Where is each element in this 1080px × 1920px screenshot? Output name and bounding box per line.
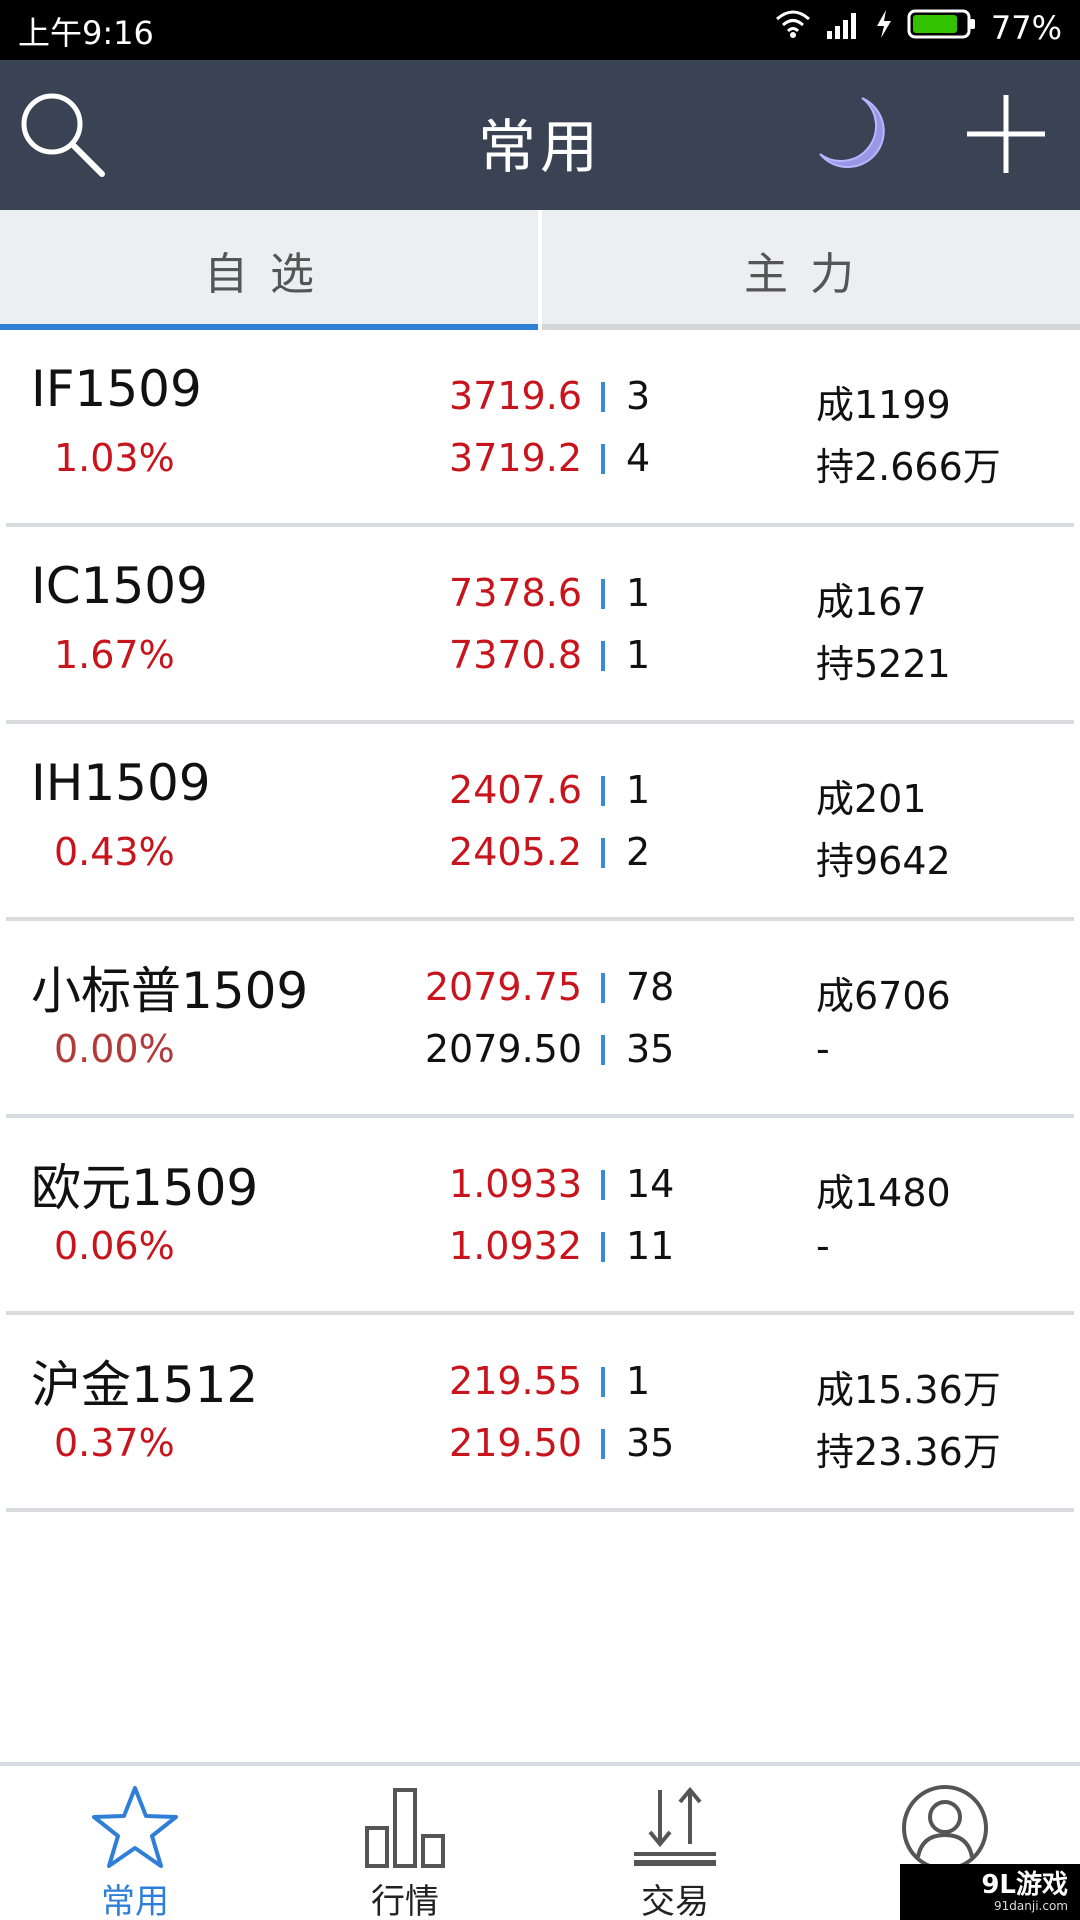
- contract-name: 沪金1512: [31, 1356, 259, 1414]
- bid-price: 219.55: [449, 1359, 582, 1403]
- night-mode-button[interactable]: [804, 88, 900, 184]
- status-icons: 77%: [775, 8, 1062, 48]
- nav-label: 常用: [101, 1882, 169, 1920]
- column-separator: [601, 1429, 605, 1459]
- nav-trade[interactable]: 交易: [540, 1766, 810, 1920]
- ask-quantity: 1: [626, 633, 651, 677]
- contract-name: IC1509: [31, 557, 208, 615]
- column-separator: [601, 1170, 605, 1200]
- watermark-logo: 9L游戏 91danji.com: [900, 1864, 1080, 1920]
- volume: 成167: [816, 580, 927, 624]
- page-title: 常用: [477, 113, 602, 181]
- contract-name: IH1509: [31, 754, 211, 812]
- status-bar: 上午9:16 77%: [0, 0, 1080, 60]
- ask-price: 1.0932: [449, 1224, 582, 1268]
- open-interest: 持5221: [816, 642, 951, 686]
- app-header: 常用: [0, 60, 1080, 210]
- charging-icon: [875, 9, 893, 47]
- column-separator: [601, 382, 605, 412]
- contract-name: 小标普1509: [31, 962, 309, 1020]
- column-separator: [601, 838, 605, 868]
- open-interest: -: [816, 1027, 830, 1071]
- volume: 成1199: [816, 383, 951, 427]
- user-icon: [900, 1784, 990, 1872]
- bid-price: 2407.6: [449, 768, 582, 812]
- ask-quantity: 4: [626, 436, 651, 480]
- add-button[interactable]: [958, 88, 1054, 184]
- nav-label: 交易: [641, 1882, 709, 1920]
- ask-quantity: 2: [626, 830, 651, 874]
- open-interest: 持2.666万: [816, 445, 1001, 489]
- ask-price: 3719.2: [449, 436, 582, 480]
- volume: 成6706: [816, 974, 951, 1018]
- signal-icon: [825, 9, 861, 47]
- battery-icon: [907, 8, 977, 48]
- bid-quantity: 14: [626, 1162, 675, 1206]
- column-separator: [601, 973, 605, 1003]
- change-percent: 0.37%: [54, 1421, 175, 1465]
- bid-price: 7378.6: [449, 571, 582, 615]
- change-percent: 0.00%: [54, 1027, 175, 1071]
- nav-favorites[interactable]: 常用: [0, 1766, 270, 1920]
- column-separator: [601, 1232, 605, 1262]
- star-icon: [90, 1784, 180, 1870]
- nav-label: 行情: [371, 1882, 439, 1920]
- ask-quantity: 35: [626, 1421, 675, 1465]
- tab-divider: [538, 210, 542, 330]
- volume: 成15.36万: [816, 1368, 1001, 1412]
- quote-row[interactable]: 沪金1512 0.37% 219.55 219.50 1 35 成15.36万 …: [6, 1315, 1074, 1512]
- bid-quantity: 3: [626, 374, 651, 418]
- column-separator: [601, 776, 605, 806]
- moon-icon: [810, 92, 894, 180]
- change-percent: 0.06%: [54, 1224, 175, 1268]
- ask-price: 2405.2: [449, 830, 582, 874]
- contract-name: 欧元1509: [31, 1159, 259, 1217]
- bid-quantity: 78: [626, 965, 675, 1009]
- volume: 成1480: [816, 1171, 951, 1215]
- ask-price: 7370.8: [449, 633, 582, 677]
- bid-price: 3719.6: [449, 374, 582, 418]
- ask-price: 219.50: [449, 1421, 582, 1465]
- column-separator: [601, 641, 605, 671]
- quote-row[interactable]: 小标普1509 0.00% 2079.75 2079.50 78 35 成670…: [6, 921, 1074, 1118]
- ask-price: 2079.50: [424, 1027, 582, 1071]
- open-interest: 持23.36万: [816, 1430, 1001, 1474]
- wifi-icon: [775, 9, 811, 47]
- status-time: 上午9:16: [18, 14, 154, 52]
- column-separator: [601, 579, 605, 609]
- quote-row[interactable]: IC1509 1.67% 7378.6 7370.8 1 1 成167 持522…: [6, 527, 1074, 724]
- battery-percent: 77%: [990, 9, 1062, 47]
- tab-main-contracts[interactable]: 主力: [540, 210, 1080, 330]
- nav-market[interactable]: 行情: [270, 1766, 540, 1920]
- change-percent: 1.67%: [54, 633, 175, 677]
- quote-row[interactable]: IH1509 0.43% 2407.6 2405.2 1 2 成201 持964…: [6, 724, 1074, 921]
- quote-list: IF1509 1.03% 3719.6 3719.2 3 4 成1199 持2.…: [0, 330, 1080, 1512]
- change-percent: 1.03%: [54, 436, 175, 480]
- bid-quantity: 1: [626, 571, 651, 615]
- volume: 成201: [816, 777, 927, 821]
- column-separator: [601, 1035, 605, 1065]
- column-separator: [601, 1367, 605, 1397]
- bid-quantity: 1: [626, 1359, 651, 1403]
- bid-quantity: 1: [626, 768, 651, 812]
- bid-price: 2079.75: [424, 965, 582, 1009]
- bar-chart-icon: [363, 1784, 447, 1870]
- quote-row[interactable]: IF1509 1.03% 3719.6 3719.2 3 4 成1199 持2.…: [6, 330, 1074, 527]
- open-interest: 持9642: [816, 839, 951, 883]
- change-percent: 0.43%: [54, 830, 175, 874]
- contract-name: IF1509: [31, 360, 202, 418]
- plus-icon: [963, 91, 1049, 181]
- column-separator: [601, 444, 605, 474]
- open-interest: -: [816, 1224, 830, 1268]
- tab-watchlist[interactable]: 自选: [0, 210, 540, 330]
- ask-quantity: 11: [626, 1224, 675, 1268]
- watermark-url: 91danji.com: [994, 1899, 1068, 1913]
- quote-row[interactable]: 欧元1509 0.06% 1.0933 1.0932 14 11 成1480 -: [6, 1118, 1074, 1315]
- bid-price: 1.0933: [449, 1162, 582, 1206]
- up-down-arrows-icon: [630, 1784, 720, 1870]
- ask-quantity: 35: [626, 1027, 675, 1071]
- watermark-brand: 9L游戏: [981, 1870, 1068, 1900]
